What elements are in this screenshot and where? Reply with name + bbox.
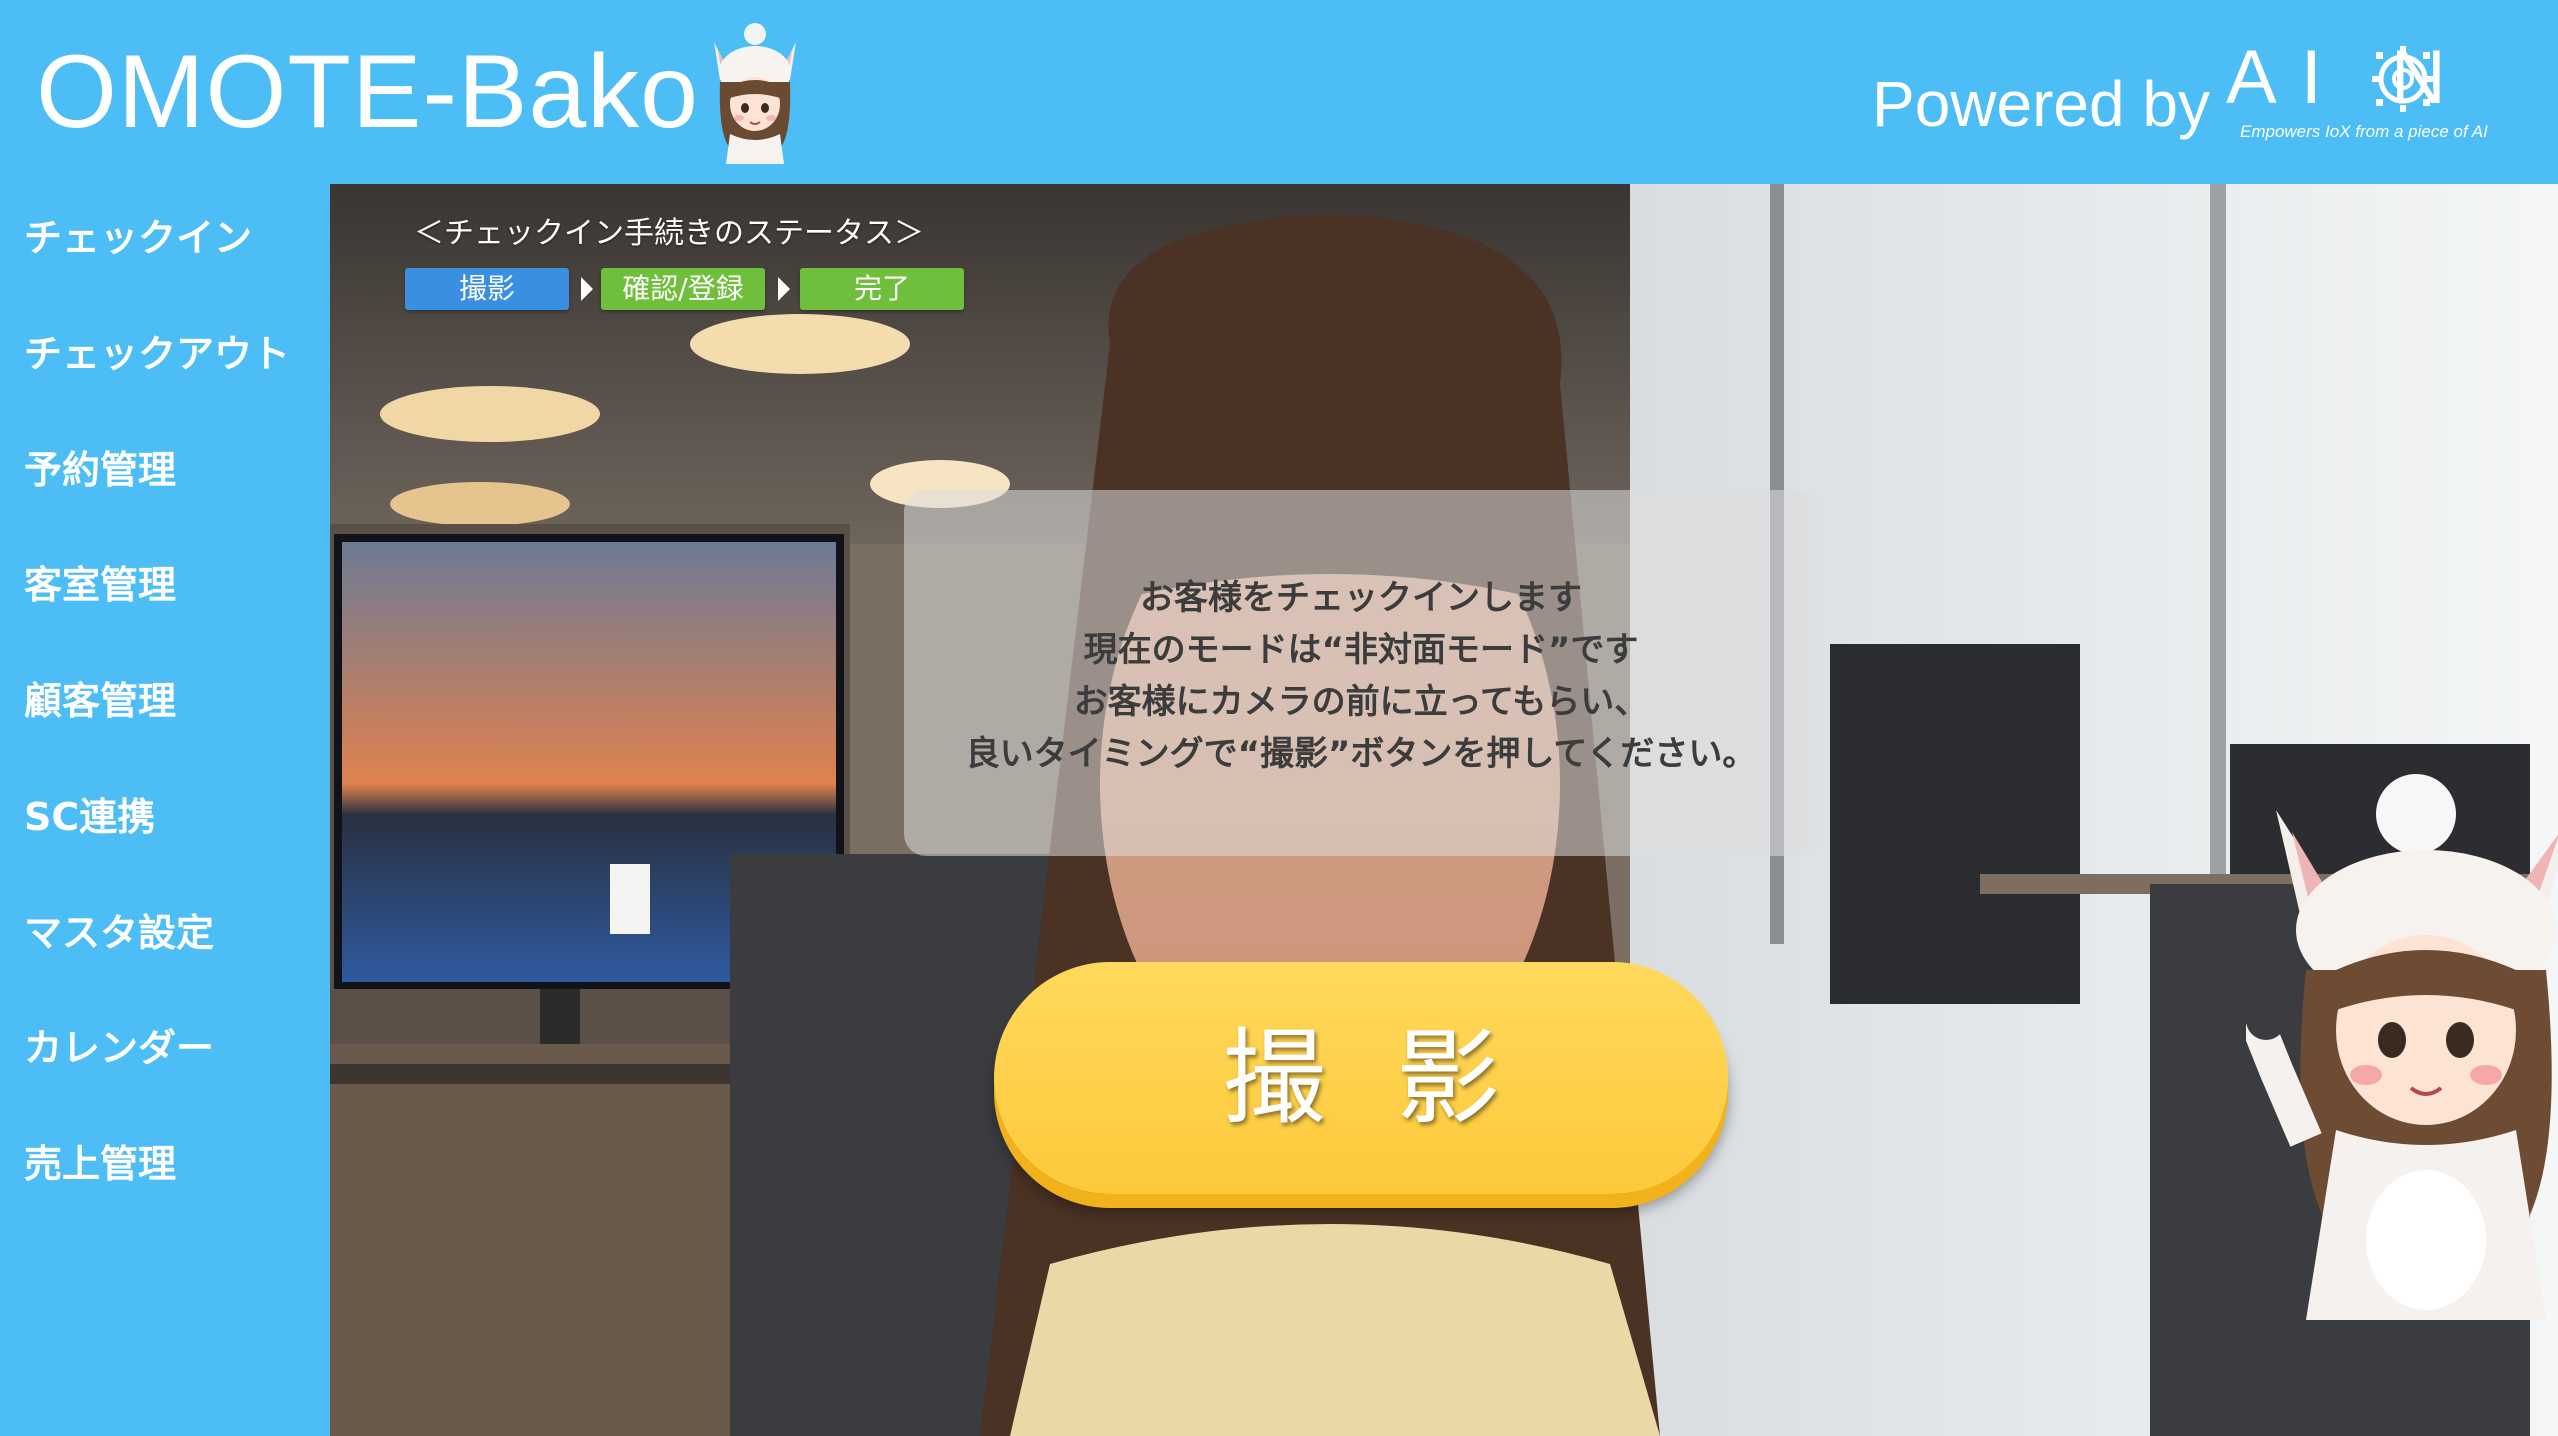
instruction-line: 現在のモードは“非対面モード”です [1083,630,1639,670]
status-title: ＜チェックイン手続きのステータス＞ [414,216,924,251]
step-confirm-register: 確認/登録 [601,268,765,310]
step-capture: 撮影 [405,268,569,310]
chip-icon [2372,46,2434,112]
instruction-line: お客様にカメラの前に立ってもらい、 [1073,682,1649,722]
guide-mascot-icon [2246,774,2558,1320]
aion-logo: AI N Empowers IoX from a piece of AI [2226,40,2516,150]
sidebar-item-sales[interactable]: 売上管理 [24,1134,324,1194]
mascot-icon [714,23,796,164]
sidebar: チェックイン チェックアウト 予約管理 客室管理 顧客管理 SC連携 マスタ設定… [0,184,330,1436]
sidebar-item-rooms[interactable]: 客室管理 [24,555,324,615]
sidebar-item-checkin[interactable]: チェックイン [24,208,324,268]
sidebar-item-customers[interactable]: 顧客管理 [24,671,324,731]
sidebar-item-checkout[interactable]: チェックアウト [24,324,324,384]
sidebar-item-sc-link[interactable]: SC連携 [24,787,324,847]
instruction-panel: お客様をチェックインします 現在のモードは“非対面モード”です お客様にカメラの… [904,490,1818,856]
sidebar-item-master-settings[interactable]: マスタ設定 [24,903,324,963]
app-header: OMOTE-Bako Powered by AI N Empowers IoX … [0,0,2558,184]
step-complete: 完了 [800,268,964,310]
step-arrow-icon [778,277,790,301]
step-arrow-icon [581,277,593,301]
capture-button[interactable]: 撮影 [994,962,1728,1194]
sidebar-item-calendar[interactable]: カレンダー [24,1018,324,1078]
capture-button-label: 撮影 [1221,1017,1570,1139]
instruction-line: 良いタイミングで“撮影”ボタンを押してください。 [965,734,1757,774]
instruction-line: お客様をチェックインします [1140,578,1582,618]
powered-by-text: Powered by [1872,68,2210,140]
logo-tagline: Empowers IoX from a piece of AI [2240,122,2488,141]
sidebar-item-reservations[interactable]: 予約管理 [24,440,324,500]
app-title: OMOTE-Bako [36,34,699,150]
